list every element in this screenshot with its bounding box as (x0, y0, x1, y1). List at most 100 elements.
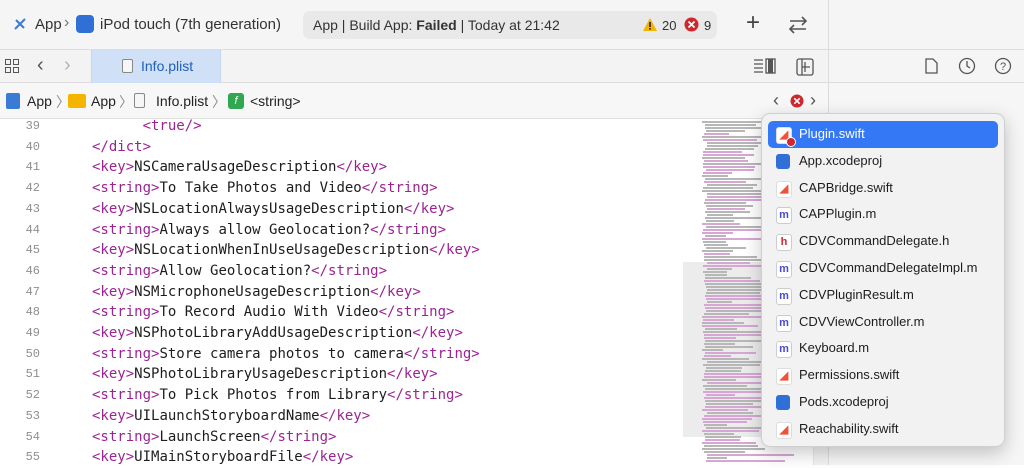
minimap-line (705, 199, 769, 201)
minimap-line (702, 175, 728, 177)
popup-menu-item[interactable]: h CDVCommandDelegate.h (768, 228, 998, 255)
breadcrumb-element[interactable]: <string> (250, 93, 301, 109)
code-line[interactable]: </dict> (92, 137, 151, 158)
minimap-line (702, 157, 745, 159)
swap-arrows-icon[interactable] (786, 15, 810, 35)
run-destination[interactable]: iPod touch (7th generation) (100, 16, 281, 33)
code-line[interactable]: <key>NSLocationAlwaysUsageDescription</k… (92, 199, 454, 220)
breadcrumb-project[interactable]: App (27, 93, 52, 109)
xml-close-tag: </string> (260, 428, 337, 445)
popup-menu-item-label: CDVCommandDelegate.h (799, 233, 950, 249)
code-line[interactable]: <key>UILaunchStoryboardName</key> (92, 406, 370, 427)
swift-file-icon: ◢ (776, 180, 792, 198)
code-line[interactable]: <string>To Record Audio With Video</stri… (92, 302, 454, 323)
editor-options-icon[interactable] (753, 58, 777, 74)
folder-icon (68, 94, 86, 108)
help-inspector-icon[interactable]: ? (994, 57, 1012, 75)
minimap-line (706, 169, 754, 171)
minimap-line (702, 250, 733, 252)
scheme-name[interactable]: App (35, 16, 62, 33)
error-badge-icon (786, 137, 796, 147)
chevron-right-icon: 〉 (212, 94, 226, 110)
code-line[interactable]: <string>LaunchScreen</string> (92, 427, 336, 448)
code-line[interactable]: <key>NSPhotoLibraryAddUsageDescription</… (92, 323, 463, 344)
popup-menu-item[interactable]: ◢ Plugin.swift (768, 121, 998, 148)
breadcrumb-file[interactable]: Info.plist (156, 93, 208, 109)
xml-open-tag: <key> (92, 200, 135, 217)
popup-menu-item[interactable]: ◢ Permissions.swift (768, 362, 998, 389)
minimap-line (707, 184, 757, 186)
history-inspector-icon[interactable] (958, 57, 976, 75)
code-line[interactable]: <key>NSCameraUsageDescription</key> (92, 157, 387, 178)
add-editor-icon[interactable] (796, 58, 814, 76)
xml-open-tag: </dict> (92, 138, 152, 155)
issue-error-icon[interactable] (790, 94, 804, 108)
minimap-line (704, 253, 730, 255)
popup-menu-item[interactable]: m CDVCommandDelegateImpl.m (768, 255, 998, 282)
xml-close-tag: </key> (336, 159, 388, 176)
next-issue-chevron-icon[interactable]: › (810, 90, 816, 111)
xml-close-tag: </key> (319, 407, 371, 424)
minimap-line (707, 268, 732, 270)
code-line[interactable]: <string>Always allow Geolocation?</strin… (92, 220, 446, 241)
chevron-right-icon: 〉 (119, 94, 133, 110)
popup-menu-item[interactable]: ◢ CAPBridge.swift (768, 175, 998, 202)
add-button[interactable]: + (746, 9, 760, 37)
code-line[interactable]: <string>To Take Photos and Video</string… (92, 178, 438, 199)
popup-menu-item[interactable]: m CDVPluginResult.m (768, 282, 998, 309)
minimap-line (703, 151, 742, 153)
xml-close-tag: </key> (403, 200, 455, 217)
previous-issue-chevron-icon[interactable]: ‹ (773, 90, 779, 111)
breadcrumb-group[interactable]: App (91, 93, 116, 109)
minimap-line (704, 337, 736, 339)
popup-menu-item-label: CAPBridge.swift (799, 179, 893, 195)
minimap-line (706, 367, 742, 369)
minimap-line (703, 241, 726, 243)
objc-m-file-icon: m (776, 207, 792, 225)
xml-text: NSPhotoLibraryUsageDescription (134, 366, 388, 383)
xml-open-tag: <string> (92, 262, 160, 279)
grid-icon[interactable] (5, 59, 19, 73)
warning-icon[interactable] (642, 17, 658, 32)
jump-bar: App 〉 App 〉 Info.plist 〉 f <string> ‹ › (0, 83, 828, 119)
minimap-line (707, 382, 768, 384)
popup-menu-item-label: Keyboard.m (799, 340, 870, 356)
popup-menu-item[interactable]: Pods.xcodeproj (768, 389, 998, 416)
xml-text: Allow Geolocation? (159, 262, 312, 279)
status-prefix: App | Build App: (313, 17, 417, 33)
minimap-line (704, 433, 734, 435)
code-line[interactable]: <key>NSPhotoLibraryUsageDescription</key… (92, 364, 438, 385)
popup-menu-item[interactable]: m Keyboard.m (768, 335, 998, 362)
minimap-line (706, 247, 746, 249)
minimap-line (703, 139, 757, 141)
back-chevron-icon[interactable]: ‹ (37, 54, 44, 77)
forward-chevron-icon[interactable]: › (64, 54, 71, 77)
code-line[interactable]: <string>To Pick Photos from Library</str… (92, 385, 463, 406)
code-line[interactable]: <string>Store camera photos to camera</s… (92, 344, 480, 365)
minimap-line (702, 121, 761, 123)
minimap-line (702, 448, 765, 450)
code-line[interactable]: <key>NSLocationWhenInUseUsageDescription… (92, 240, 480, 261)
popup-menu-item[interactable]: m CAPPlugin.m (768, 201, 998, 228)
xml-open-tag: <string> (92, 180, 160, 197)
line-number: 42 (25, 181, 40, 196)
minimap-line (707, 208, 745, 210)
popup-menu-item[interactable]: m CDVViewController.m (768, 309, 998, 336)
minimap-line (706, 292, 760, 294)
code-line[interactable]: <key>NSMicrophoneUsageDescription</key> (92, 282, 421, 303)
tab-info-plist[interactable]: Info.plist (91, 50, 221, 83)
minimap-line (704, 334, 765, 336)
minimap-line (705, 235, 726, 237)
popup-menu-item[interactable]: ◢ Reachability.swift (768, 416, 998, 443)
xml-close-tag: </string> (378, 304, 455, 321)
objc-m-file-icon: m (776, 314, 792, 332)
code-line[interactable]: <string>Allow Geolocation?</string> (92, 261, 387, 282)
xml-text: NSLocationAlwaysUsageDescription (134, 200, 404, 217)
code-line[interactable]: <true/> (92, 116, 202, 137)
file-inspector-icon[interactable] (925, 58, 938, 74)
error-icon[interactable] (684, 17, 699, 32)
xml-open-tag: <true/> (142, 118, 202, 134)
xcodeproj-icon (776, 153, 790, 169)
popup-menu-item[interactable]: App.xcodeproj (768, 148, 998, 175)
